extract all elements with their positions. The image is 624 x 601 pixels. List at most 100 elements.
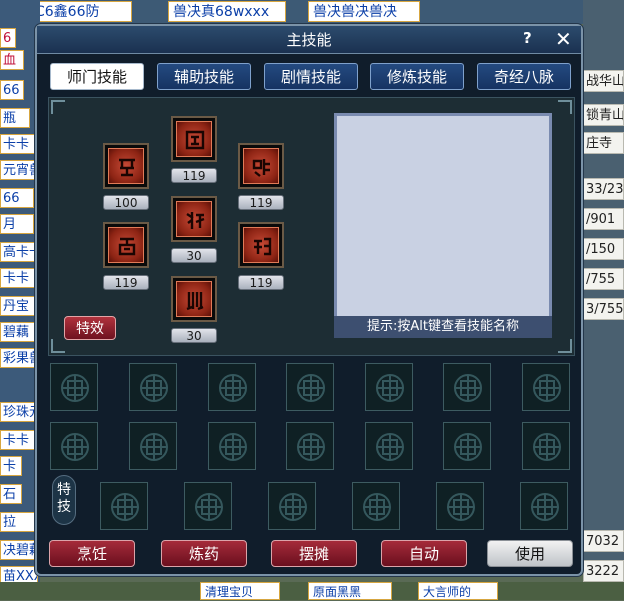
empty-skill-slot[interactable] xyxy=(50,363,98,411)
info-hint: 提示:按Alt键查看技能名称 xyxy=(334,316,552,338)
panel-corner-ornament xyxy=(51,100,65,114)
skill-info-box xyxy=(334,113,552,338)
seal-glyph-icon xyxy=(108,148,144,184)
bg-tag: /755 xyxy=(583,268,624,290)
bg-tag: 拉 xyxy=(0,512,38,532)
skill-slot-2[interactable] xyxy=(171,116,217,162)
bg-tag: 清理宝贝 xyxy=(200,582,280,600)
bg-tag: 6 xyxy=(0,28,16,48)
bg-tag: 66 xyxy=(0,188,34,208)
bg-tag: 卡 xyxy=(0,456,22,476)
empty-skill-slot[interactable] xyxy=(522,363,570,411)
bg-tag: 月 xyxy=(0,214,34,234)
skill-level: 119 xyxy=(171,168,217,183)
bg-tag: 兽决兽决兽决 xyxy=(308,1,420,22)
bg-tag: 决碧藕 xyxy=(0,540,38,560)
cook-button[interactable]: 烹饪 xyxy=(49,540,135,567)
empty-skill-slot[interactable] xyxy=(208,422,256,470)
bg-tag: 庄寺 xyxy=(583,132,624,154)
bg-tag: 丹宝 xyxy=(0,296,38,316)
empty-skill-slot[interactable] xyxy=(286,422,334,470)
bg-tag: /150 xyxy=(583,238,624,260)
seal-glyph-icon xyxy=(108,227,144,263)
bg-tag: 原面黑黑 xyxy=(308,582,392,600)
special-skill-slot[interactable] xyxy=(184,482,232,530)
auto-button[interactable]: 自动 xyxy=(381,540,467,567)
use-button[interactable]: 使用 xyxy=(487,540,573,567)
empty-skill-slot[interactable] xyxy=(129,422,177,470)
special-skill-slot[interactable] xyxy=(520,482,568,530)
empty-skill-slot[interactable] xyxy=(286,363,334,411)
tab-school-skills[interactable]: 师门技能 xyxy=(50,63,144,90)
alchemy-button[interactable]: 炼药 xyxy=(161,540,247,567)
window-titlebar[interactable]: 主技能 ? ✕ xyxy=(37,26,581,54)
special-skill-slot[interactable] xyxy=(352,482,400,530)
bg-tag: 元宵兽 xyxy=(0,160,38,180)
empty-skill-slot[interactable] xyxy=(50,422,98,470)
bg-tag: 石 xyxy=(0,484,22,504)
tab-cultivation-skills[interactable]: 修炼技能 xyxy=(370,63,464,90)
seal-glyph-icon xyxy=(176,121,212,157)
bg-tag: 彩果兽 xyxy=(0,348,38,368)
bg-tag: 66 xyxy=(0,80,24,100)
empty-skill-slot[interactable] xyxy=(443,363,491,411)
bg-tag: 瓶 xyxy=(0,108,30,128)
empty-skill-slot[interactable] xyxy=(365,422,413,470)
skill-slot-3[interactable] xyxy=(238,143,284,189)
bg-tag: 兽决真68wxxx xyxy=(168,1,286,22)
panel-corner-ornament xyxy=(558,100,572,114)
skill-slot-7[interactable] xyxy=(171,276,217,322)
help-button[interactable]: ? xyxy=(523,29,532,47)
bg-tag: 卡卡 xyxy=(0,430,38,450)
tab-story-skills[interactable]: 剧情技能 xyxy=(264,63,358,90)
bg-tag: 战华山 xyxy=(583,70,624,92)
background-left-strip: 6 血 66 瓶 卡卡 元宵兽 66 月 高卡卡 卡卡 丹宝 碧藕 彩果兽 珍珠… xyxy=(0,0,40,600)
special-skill-slot[interactable] xyxy=(100,482,148,530)
tab-meridians[interactable]: 奇经八脉 xyxy=(477,63,571,90)
effects-button[interactable]: 特效 xyxy=(64,316,116,340)
background-top-bar: 未开C6鑫66防 兽决真68wxxx 兽决兽决兽决 xyxy=(0,0,624,24)
background-bottom-bar: 清理宝贝 原面黑黑 大言师的 xyxy=(0,582,624,600)
seal-glyph-icon xyxy=(243,148,279,184)
main-skills-window: 主技能 ? ✕ 师门技能 辅助技能 剧情技能 修炼技能 奇经八脉 100 119… xyxy=(35,24,583,576)
empty-skill-slot[interactable] xyxy=(365,363,413,411)
special-skills-label: 特技 xyxy=(52,475,76,525)
bg-tag: 锁青山 xyxy=(583,104,624,126)
skill-level: 30 xyxy=(171,248,217,263)
bg-tag: 7032 xyxy=(583,530,624,552)
seal-glyph-icon xyxy=(176,201,212,237)
window-title: 主技能 xyxy=(286,31,332,49)
tab-support-skills[interactable]: 辅助技能 xyxy=(157,63,251,90)
skill-level: 119 xyxy=(238,275,284,290)
bg-tag: 卡卡 xyxy=(0,268,38,288)
bg-tag: /901 xyxy=(583,208,624,230)
skill-level: 100 xyxy=(103,195,149,210)
bg-tag: 高卡卡 xyxy=(0,242,38,262)
panel-corner-ornament xyxy=(51,339,65,353)
seal-glyph-icon xyxy=(243,227,279,263)
seal-glyph-icon xyxy=(176,281,212,317)
stall-button[interactable]: 摆摊 xyxy=(271,540,357,567)
empty-skill-slot[interactable] xyxy=(522,422,570,470)
special-skill-slot[interactable] xyxy=(268,482,316,530)
bg-tag: 血 xyxy=(0,50,24,70)
skill-slot-1[interactable] xyxy=(103,143,149,189)
empty-skill-slot[interactable] xyxy=(129,363,177,411)
skill-slot-6[interactable] xyxy=(238,222,284,268)
bg-tag: 3222 xyxy=(583,560,624,582)
skill-level: 119 xyxy=(238,195,284,210)
bg-tag: 3/755 xyxy=(583,298,624,320)
skill-slot-4[interactable] xyxy=(171,196,217,242)
bg-tag: 珍珠元 xyxy=(0,402,38,422)
special-skill-slot[interactable] xyxy=(436,482,484,530)
empty-skill-slot[interactable] xyxy=(208,363,256,411)
empty-skill-slot[interactable] xyxy=(443,422,491,470)
panel-corner-ornament xyxy=(558,339,572,353)
skill-level: 30 xyxy=(171,328,217,343)
bg-tag: 大言师的 xyxy=(418,582,498,600)
background-right-strip: 战华山 锁青山 庄寺 33/233 /901 /150 /755 3/755 7… xyxy=(583,0,624,600)
bg-tag: 碧藕 xyxy=(0,322,38,342)
bg-tag: 卡卡 xyxy=(0,134,38,154)
close-button[interactable]: ✕ xyxy=(555,27,572,51)
skill-slot-5[interactable] xyxy=(103,222,149,268)
